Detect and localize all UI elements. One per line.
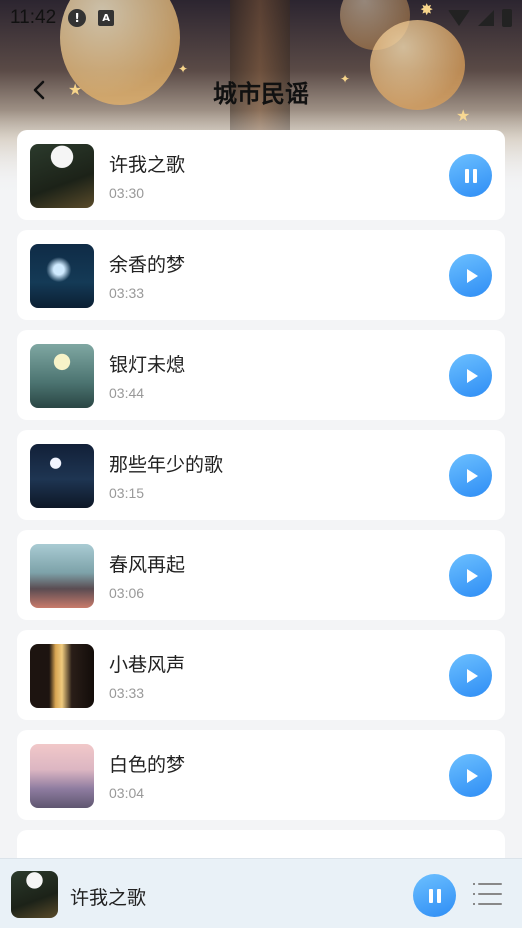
song-title: 银灯未熄 [109, 354, 186, 376]
song-cover [30, 144, 94, 208]
now-playing-pause-button[interactable] [413, 874, 456, 917]
play-button[interactable] [449, 354, 492, 397]
now-playing-bar[interactable]: 许我之歌 [0, 858, 522, 928]
play-button[interactable] [449, 654, 492, 697]
play-icon [466, 668, 478, 683]
song-duration: 03:44 [109, 385, 145, 401]
song-cover [30, 344, 94, 408]
song-duration: 03:15 [109, 485, 145, 501]
song-duration: 03:33 [109, 285, 145, 301]
play-icon [466, 368, 478, 383]
song-cover [30, 544, 94, 608]
song-item[interactable]: 白色的梦 03:04 [17, 730, 505, 820]
pause-button[interactable] [449, 154, 492, 197]
song-cover [30, 744, 94, 808]
song-cover [30, 444, 94, 508]
font-icon: A [98, 10, 115, 26]
song-item[interactable]: 许我之歌 03:30 [17, 130, 505, 220]
song-item[interactable]: 小巷风声 03:33 [17, 630, 505, 720]
song-cover [30, 644, 94, 708]
signal-icon [478, 10, 494, 26]
page-title: 城市民谣 [213, 80, 309, 108]
play-icon [466, 468, 478, 483]
battery-icon [502, 9, 512, 27]
song-item[interactable]: 那些年少的歌 03:15 [17, 430, 505, 520]
play-button[interactable] [449, 254, 492, 297]
play-icon [466, 768, 478, 783]
song-duration: 03:04 [109, 785, 145, 801]
song-item[interactable]: 余香的梦 03:33 [17, 230, 505, 320]
alert-icon: ! [68, 9, 87, 27]
song-duration: 03:06 [109, 585, 145, 601]
pause-icon [428, 888, 441, 903]
play-icon [466, 568, 478, 583]
song-item[interactable]: 银灯未熄 03:44 [17, 330, 505, 420]
song-cover [30, 244, 94, 308]
wifi-icon [448, 10, 470, 26]
song-title: 春风再起 [109, 554, 186, 576]
song-title: 小巷风声 [109, 654, 186, 676]
now-playing-cover [11, 871, 58, 918]
song-title: 那些年少的歌 [109, 454, 224, 476]
page-header: 城市民谣 [0, 66, 522, 114]
status-time: 11:42 [10, 7, 57, 28]
play-button[interactable] [449, 454, 492, 497]
song-item[interactable]: 春风再起 03:06 [17, 530, 505, 620]
status-bar: 11:42 ! A [0, 0, 522, 36]
song-title: 白色的梦 [109, 754, 186, 776]
song-title: 许我之歌 [109, 154, 186, 176]
song-duration: 03:33 [109, 685, 145, 701]
play-button[interactable] [449, 754, 492, 797]
playlist-icon[interactable] [473, 881, 504, 907]
play-button[interactable] [449, 554, 492, 597]
pause-icon [464, 168, 477, 183]
song-duration: 03:30 [109, 185, 145, 201]
play-icon [466, 268, 478, 283]
song-title: 余香的梦 [109, 254, 186, 276]
now-playing-title: 许我之歌 [70, 887, 147, 909]
